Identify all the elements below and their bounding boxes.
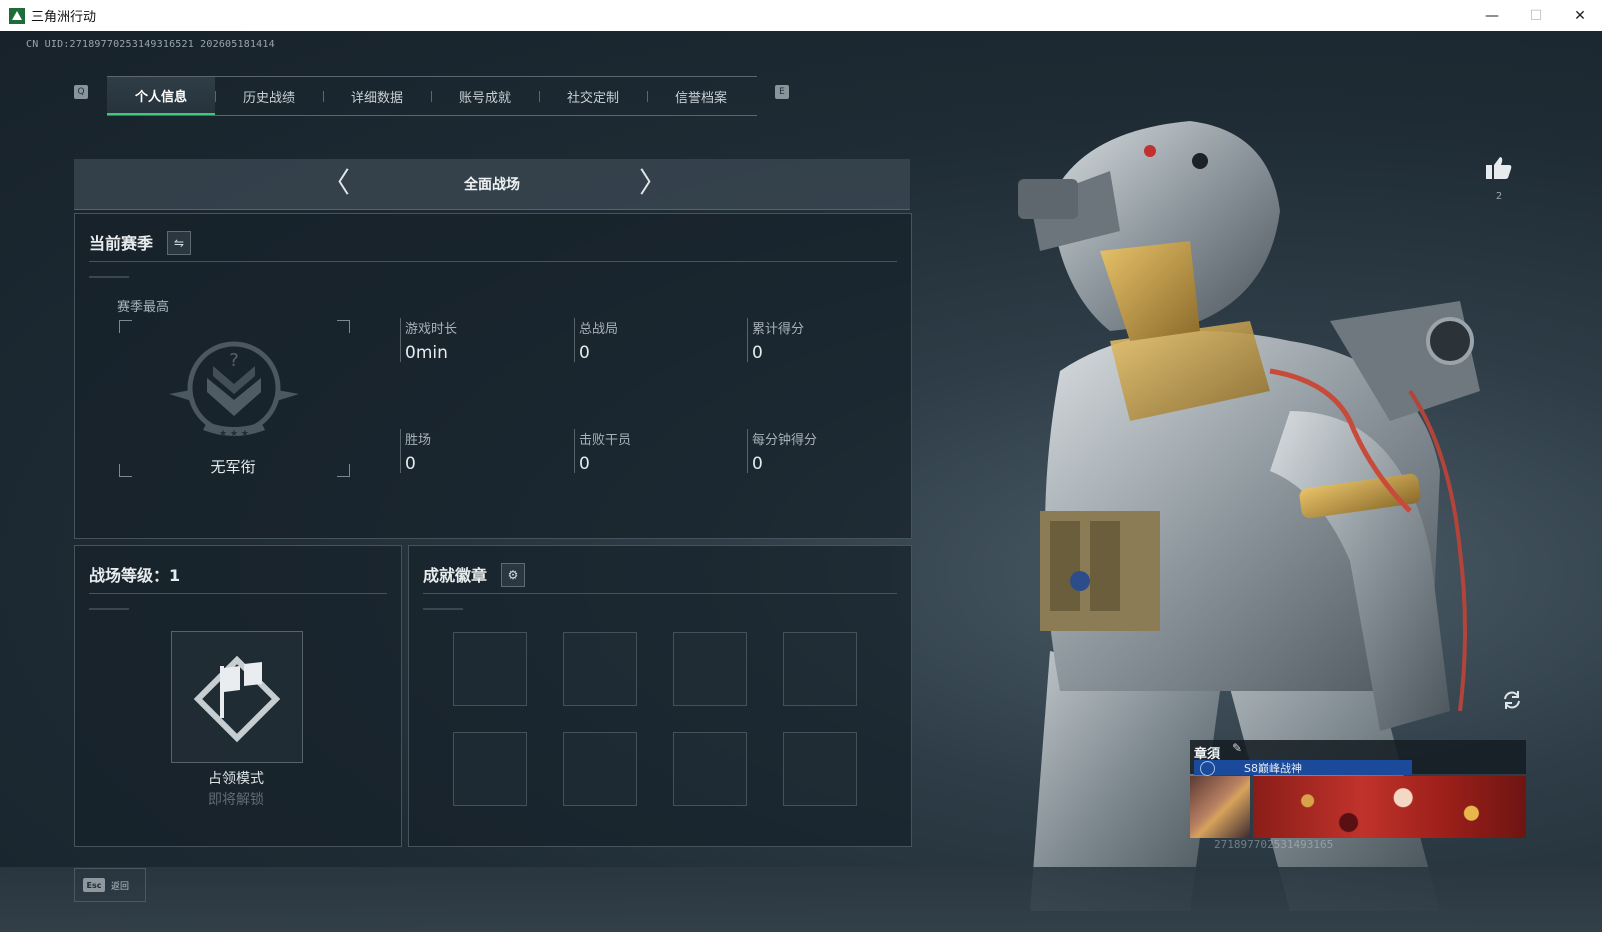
rotate-model-icon[interactable] [1500,688,1524,712]
badge-slot[interactable] [783,632,857,706]
frame-corner [119,320,132,333]
window-title-bar: 三角洲行动 — ☐ ✕ [0,0,1602,32]
divider [89,276,129,278]
stat-value: 0 [579,454,590,474]
badge-slot[interactable] [673,632,747,706]
tab-match-history[interactable]: 历史战绩 [215,77,323,115]
stat-value: 0 [752,454,763,474]
divider [423,608,463,610]
badge-slot[interactable] [563,732,637,806]
title-emblem-icon [1200,761,1215,776]
stat-play-time: 游戏时长 0min [400,318,565,363]
edit-name-icon[interactable]: ✎ [1232,741,1242,755]
esc-key-hint: Esc [83,878,105,892]
tab-detailed-data[interactable]: 详细数据 [323,77,431,115]
rank-name: 无军衔 [210,458,256,476]
thumbs-up-icon[interactable] [1484,155,1514,181]
tab-strip: 个人信息 历史战绩 详细数据 账号成就 社交定制 信誉档案 [107,76,757,116]
player-card-banner [1253,776,1526,838]
game-viewport: CN UID:271897702531493165​21 20260518141… [0,31,1602,932]
divider [89,593,387,594]
mode-selector: 〈 全面战场 〉 [74,159,910,210]
back-button[interactable]: Esc 返回 [74,868,146,902]
stat-value: 0min [405,343,448,363]
svg-text:?: ? [229,350,239,371]
achievement-badges-panel: 成就徽章 ⚙ [408,545,912,847]
stat-label: 每分钟得分 [752,433,818,448]
badges-title: 成就徽章 [423,566,488,585]
stat-total-score: 累计得分 0 [747,318,912,363]
svg-text:★ ★ ★: ★ ★ ★ [219,429,249,439]
divider [89,608,129,610]
mode-name: 占领模式 [208,771,264,787]
stat-value: 0 [579,343,590,363]
current-season-panel: 当前赛季 ⇋ 赛季最高 ? ★ ★ ★ 无军衔 游戏时长 0min 总战局 0 … [74,213,912,539]
battlefield-level-title: 战场等级：1 [89,566,181,585]
switch-season-icon[interactable]: ⇋ [167,231,191,255]
stat-label: 游戏时长 [405,322,458,337]
next-mode-button[interactable]: 〉 [639,169,667,197]
occupation-mode-card[interactable] [171,631,303,763]
window-controls: — ☐ ✕ [1470,0,1602,31]
season-title: 当前赛季 [89,234,154,253]
window-title: 三角洲行动 [31,10,97,25]
tab-social-customize[interactable]: 社交定制 [539,77,647,115]
divider [89,261,897,262]
app-logo-icon [9,7,25,24]
like-count: 2 [1495,191,1503,202]
season-best-label: 赛季最高 [117,300,170,315]
player-card-uid: 271897702531493165 [1214,838,1334,851]
player-title: S8巅峰战神 [1244,762,1302,775]
maximize-button[interactable]: ☐ [1514,0,1558,31]
stat-value: 0 [405,454,416,474]
bottom-bar [0,867,1602,932]
stat-wins: 胜场 0 [400,429,565,474]
next-tab-key-hint[interactable]: E [775,85,789,99]
stat-score-per-minute: 每分钟得分 0 [747,429,912,474]
back-label: 返回 [111,881,130,892]
profile-tabs: Q 个人信息 历史战绩 详细数据 账号成就 社交定制 信誉档案 E [72,76,792,116]
frame-corner [337,464,350,477]
rank-emblem-icon: ? ★ ★ ★ [169,341,299,439]
tab-credit-record[interactable]: 信誉档案 [647,77,755,115]
badge-slot[interactable] [453,632,527,706]
close-button[interactable]: ✕ [1558,0,1602,31]
badge-settings-icon[interactable]: ⚙ [501,563,525,587]
battlefield-level-panel: 战场等级：1 占领模式 即将解锁 [74,545,402,847]
frame-corner [337,320,350,333]
stat-label: 总战局 [579,322,619,337]
divider [423,593,897,594]
mode-status: 即将解锁 [208,792,264,808]
stat-total-matches: 总战局 0 [574,318,739,363]
player-card[interactable]: 章須 ✎ S8巅峰战神 271897702531493165 [1190,740,1526,851]
badge-slot[interactable] [453,732,527,806]
back-button-content: Esc 返回 [83,878,129,892]
prev-tab-key-hint[interactable]: Q [74,85,88,99]
stat-label: 胜场 [405,433,432,448]
flag-diamond-icon [193,655,281,743]
badge-slot[interactable] [783,732,857,806]
badge-slot[interactable] [673,732,747,806]
stat-label: 击败干员 [579,433,632,448]
like-widget[interactable]: 2 [1484,155,1514,202]
tab-personal-info[interactable]: 个人信息 [107,77,215,115]
stat-kills: 击败干员 0 [574,429,739,474]
avatar[interactable] [1190,776,1250,838]
stat-value: 0 [752,343,763,363]
player-uid: CN UID:271897702531493165​21 20260518141… [26,39,275,50]
frame-corner [119,464,132,477]
minimize-button[interactable]: — [1470,0,1514,31]
player-card-header: 章須 ✎ S8巅峰战神 [1190,740,1526,776]
player-title-badge: S8巅峰战神 [1194,760,1412,776]
badge-slot[interactable] [563,632,637,706]
tab-account-achievements[interactable]: 账号成就 [431,77,539,115]
stat-label: 累计得分 [752,322,805,337]
mode-title: 全面战场 [464,177,520,193]
